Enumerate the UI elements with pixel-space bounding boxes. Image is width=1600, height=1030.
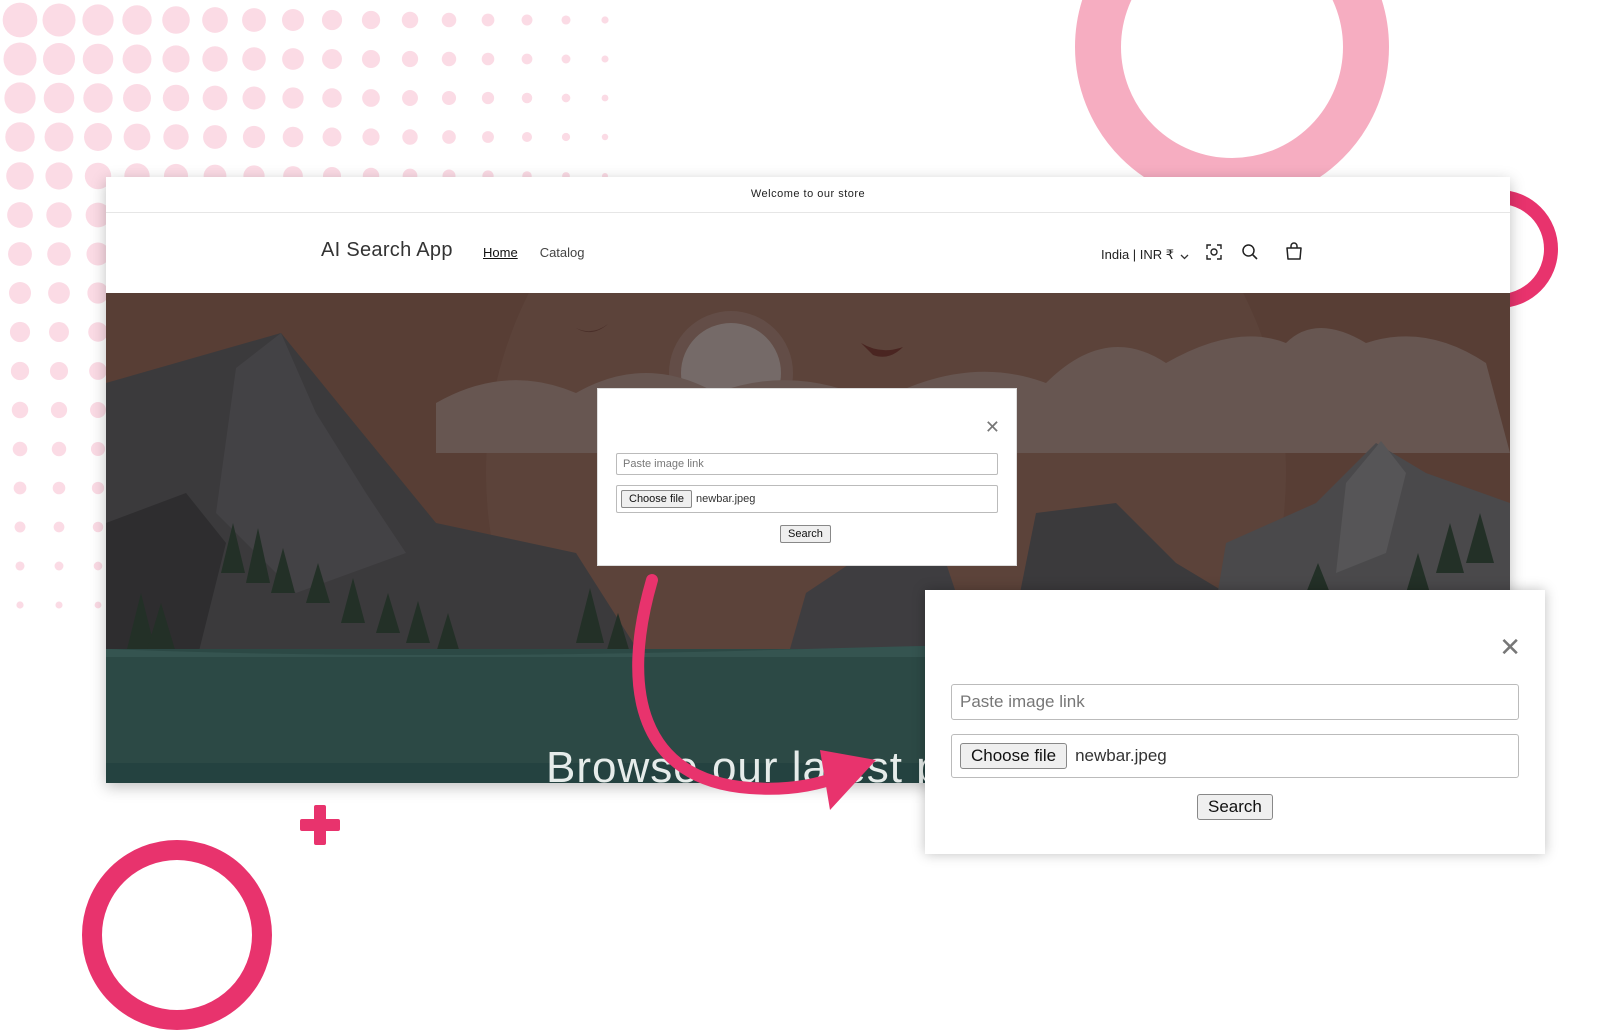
pink-ring-decoration — [1075, 0, 1389, 204]
image-search-icon[interactable] — [1203, 241, 1225, 263]
chevron-down-icon — [1180, 248, 1189, 263]
brand-logo[interactable]: AI Search App — [321, 239, 453, 262]
selected-file-name: newbar.jpeg — [696, 493, 756, 505]
search-button[interactable]: Search — [780, 525, 831, 543]
nav-item-home[interactable]: Home — [483, 245, 518, 260]
file-picker: Choose file newbar.jpeg — [951, 734, 1519, 778]
magenta-arc-decoration — [82, 840, 272, 1030]
curved-arrow-decoration — [632, 574, 876, 810]
selected-file-name: newbar.jpeg — [1075, 746, 1167, 765]
main-nav: Home Catalog — [483, 245, 585, 260]
image-link-input[interactable] — [616, 453, 998, 475]
image-search-modal-small: ✕ Choose file newbar.jpeg Search — [597, 388, 1017, 566]
plus-decoration — [300, 805, 340, 845]
cart-icon[interactable] — [1283, 241, 1305, 263]
announcement-bar: Welcome to our store — [106, 177, 1510, 213]
image-link-input[interactable] — [951, 684, 1519, 720]
close-icon[interactable]: ✕ — [985, 417, 1000, 438]
nav-item-catalog[interactable]: Catalog — [540, 245, 585, 260]
search-button[interactable]: Search — [1197, 794, 1273, 820]
country-selector-label: India | INR ₹ — [1101, 247, 1175, 262]
image-search-modal-large: ✕ Choose file newbar.jpeg Search — [925, 590, 1545, 854]
choose-file-button[interactable]: Choose file — [621, 490, 693, 508]
header-actions: India | INR ₹ — [1101, 241, 1305, 263]
close-icon[interactable]: ✕ — [1499, 632, 1521, 663]
file-picker: Choose file newbar.jpeg — [616, 485, 998, 513]
choose-file-button[interactable]: Choose file — [960, 743, 1068, 769]
site-header: AI Search App Home Catalog India | INR ₹ — [106, 213, 1510, 294]
country-selector[interactable]: India | INR ₹ — [1101, 247, 1189, 263]
search-icon[interactable] — [1239, 241, 1261, 263]
